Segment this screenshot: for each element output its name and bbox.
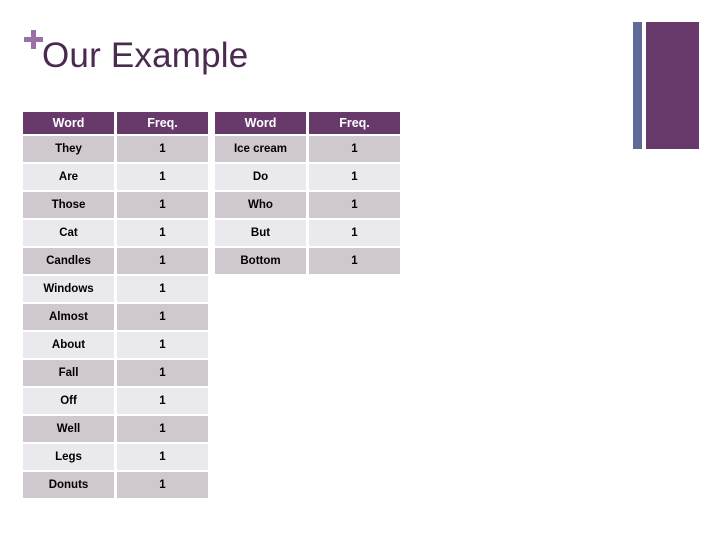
cell-freq: 1 bbox=[309, 192, 400, 218]
decorative-bar-purple bbox=[646, 22, 699, 149]
table-row: But 1 bbox=[215, 220, 400, 246]
cell-freq: 1 bbox=[117, 304, 208, 330]
cell-word: Off bbox=[23, 388, 114, 414]
column-header-word: Word bbox=[215, 112, 306, 134]
cell-word: About bbox=[23, 332, 114, 358]
page-title: Our Example bbox=[42, 36, 249, 75]
cell-freq: 1 bbox=[309, 136, 400, 162]
cell-word: Windows bbox=[23, 276, 114, 302]
cell-freq: 1 bbox=[117, 192, 208, 218]
table-row: Almost 1 bbox=[23, 304, 208, 330]
column-header-word: Word bbox=[23, 112, 114, 134]
cell-word: Do bbox=[215, 164, 306, 190]
cell-word: Bottom bbox=[215, 248, 306, 274]
table-row: Candles 1 bbox=[23, 248, 208, 274]
table-row: Windows 1 bbox=[23, 276, 208, 302]
column-header-freq: Freq. bbox=[309, 112, 400, 134]
cell-word: Donuts bbox=[23, 472, 114, 498]
decorative-bar-blue bbox=[633, 22, 642, 149]
table-row: Fall 1 bbox=[23, 360, 208, 386]
cell-word: Ice cream bbox=[215, 136, 306, 162]
word-frequency-table-right: Word Freq. Ice cream 1 Do 1 Who 1 But 1 Bottom 1 bbox=[212, 110, 403, 276]
column-header-freq: Freq. bbox=[117, 112, 208, 134]
table-row: Bottom 1 bbox=[215, 248, 400, 274]
table-row: Who 1 bbox=[215, 192, 400, 218]
table-body: They 1 Are 1 Those 1 Cat 1 Candles 1 Windows 1 Almos… bbox=[23, 136, 208, 498]
cell-word: Legs bbox=[23, 444, 114, 470]
table-row: Those 1 bbox=[23, 192, 208, 218]
table-row: Do 1 bbox=[215, 164, 400, 190]
cell-word: Who bbox=[215, 192, 306, 218]
cell-freq: 1 bbox=[117, 276, 208, 302]
table-header-row: Word Freq. bbox=[215, 112, 400, 134]
cell-freq: 1 bbox=[117, 360, 208, 386]
table-row: They 1 bbox=[23, 136, 208, 162]
cell-freq: 1 bbox=[117, 332, 208, 358]
cell-word: Are bbox=[23, 164, 114, 190]
table-row: Legs 1 bbox=[23, 444, 208, 470]
cell-freq: 1 bbox=[117, 388, 208, 414]
word-frequency-table-left: Word Freq. They 1 Are 1 Those 1 Cat 1 Candles 1 Wi… bbox=[20, 110, 211, 500]
cell-word: They bbox=[23, 136, 114, 162]
cell-word: Candles bbox=[23, 248, 114, 274]
cell-word: Fall bbox=[23, 360, 114, 386]
table-row: Off 1 bbox=[23, 388, 208, 414]
cell-word: Those bbox=[23, 192, 114, 218]
cell-freq: 1 bbox=[309, 248, 400, 274]
cell-freq: 1 bbox=[309, 164, 400, 190]
table-row: Are 1 bbox=[23, 164, 208, 190]
cell-freq: 1 bbox=[117, 136, 208, 162]
table-body: Ice cream 1 Do 1 Who 1 But 1 Bottom 1 bbox=[215, 136, 400, 274]
cell-freq: 1 bbox=[117, 248, 208, 274]
table-row: Well 1 bbox=[23, 416, 208, 442]
cell-word: Cat bbox=[23, 220, 114, 246]
cell-freq: 1 bbox=[117, 472, 208, 498]
cell-freq: 1 bbox=[117, 220, 208, 246]
table-row: Donuts 1 bbox=[23, 472, 208, 498]
plus-icon bbox=[24, 30, 44, 50]
table-row: Cat 1 bbox=[23, 220, 208, 246]
cell-word: But bbox=[215, 220, 306, 246]
cell-freq: 1 bbox=[117, 444, 208, 470]
cell-freq: 1 bbox=[117, 416, 208, 442]
table-header-row: Word Freq. bbox=[23, 112, 208, 134]
table-row: About 1 bbox=[23, 332, 208, 358]
table-row: Ice cream 1 bbox=[215, 136, 400, 162]
cell-word: Well bbox=[23, 416, 114, 442]
cell-word: Almost bbox=[23, 304, 114, 330]
cell-freq: 1 bbox=[309, 220, 400, 246]
cell-freq: 1 bbox=[117, 164, 208, 190]
